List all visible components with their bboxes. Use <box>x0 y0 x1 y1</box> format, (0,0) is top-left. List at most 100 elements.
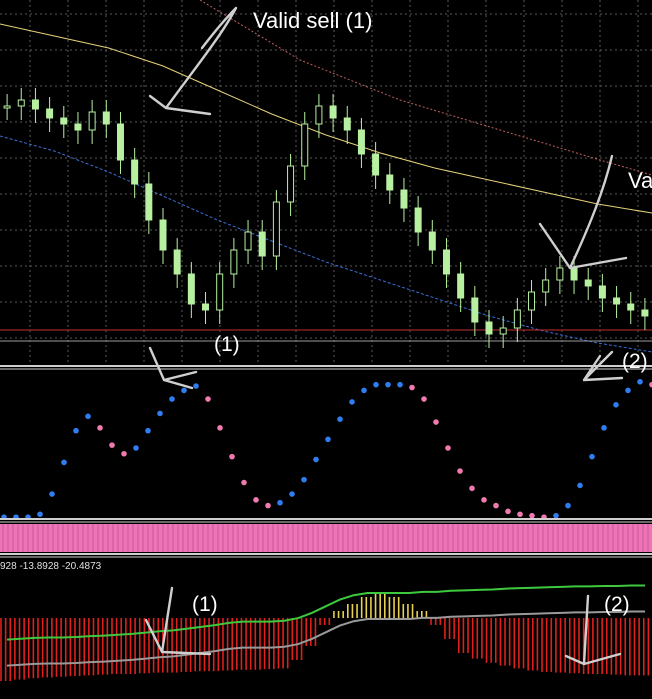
candle-body <box>457 273 465 299</box>
candle-body <box>88 111 96 131</box>
candle-body <box>499 327 507 335</box>
oscillator-dot <box>181 387 187 394</box>
oscillator-dot <box>493 502 499 509</box>
candle-body <box>230 249 238 275</box>
oscillator-dot <box>529 512 535 519</box>
oscillator-dot <box>97 425 103 431</box>
oscillator-dot <box>49 491 55 497</box>
oscillator-dot <box>517 511 523 518</box>
candle-body <box>386 174 394 191</box>
oscillator-dot <box>85 413 91 420</box>
candle-body <box>315 105 323 125</box>
oscillator-dot <box>109 442 115 448</box>
candle-body <box>556 267 564 281</box>
chart-background <box>0 0 652 699</box>
candle-body <box>584 279 592 287</box>
candle-body <box>428 231 436 251</box>
candle-body <box>528 291 536 311</box>
candle-body <box>400 189 408 209</box>
oscillator-dot <box>337 416 343 423</box>
oscillator-dot <box>385 381 391 388</box>
candle-body <box>173 249 181 275</box>
candle-body <box>46 108 54 119</box>
oscillator-dot <box>169 396 175 402</box>
oscillator-dot <box>145 427 151 434</box>
oscillator-dot <box>637 378 643 385</box>
candle-body <box>187 273 195 305</box>
oscillator-dot <box>601 425 607 431</box>
candle-body <box>485 321 493 335</box>
oscillator-dot <box>133 445 139 451</box>
oscillator-dot <box>37 511 43 518</box>
candle-body <box>202 303 210 311</box>
label-hist-2: (2) <box>604 593 630 616</box>
candle-body <box>627 303 635 311</box>
label-osc-1: (1) <box>214 333 240 356</box>
candle-body <box>641 309 649 317</box>
candle-body <box>372 153 380 176</box>
oscillator-dot <box>409 384 415 391</box>
oscillator-dot <box>349 399 355 405</box>
indicator-readout: 928 -13.8928 -20.4873 <box>0 561 102 572</box>
oscillator-dot <box>397 381 403 388</box>
oscillator-dot <box>421 396 427 402</box>
candle-body <box>258 231 266 257</box>
trading-chart[interactable]: 928 -13.8928 -20.4873 Valid sell (1) Va … <box>0 0 652 699</box>
oscillator-dot <box>205 396 211 402</box>
candle-body <box>145 183 153 221</box>
candle-body <box>116 123 124 161</box>
oscillator-dot <box>433 419 439 425</box>
oscillator-dot <box>565 502 571 509</box>
candle-body <box>329 105 337 119</box>
oscillator-dot <box>481 497 487 503</box>
oscillator-dot <box>121 450 127 457</box>
oscillator-dot <box>361 387 367 394</box>
candle-body <box>613 297 621 305</box>
oscillator-dot <box>553 512 559 519</box>
candle-body <box>301 123 309 167</box>
candle-body <box>471 297 479 323</box>
candle-body <box>287 165 295 203</box>
candle-body <box>357 129 365 155</box>
oscillator-dot <box>241 479 247 486</box>
candle-body <box>598 285 606 299</box>
candle-body <box>31 99 39 110</box>
band-panel <box>0 524 652 552</box>
oscillator-dot <box>289 491 295 497</box>
candle-body <box>244 231 252 251</box>
oscillator-dot <box>157 410 163 417</box>
oscillator-dot <box>469 485 475 492</box>
candle-body <box>272 201 280 257</box>
oscillator-dot <box>193 383 199 389</box>
candle-body <box>159 219 167 251</box>
candle-body <box>542 279 550 293</box>
candle-body <box>74 123 82 131</box>
oscillator-dot <box>613 402 619 408</box>
oscillator-dot <box>325 436 331 443</box>
candle-body <box>570 267 578 281</box>
candle-body <box>343 117 351 131</box>
oscillator-dot <box>625 387 631 394</box>
oscillator-dot <box>229 453 235 460</box>
oscillator-dot <box>577 482 583 489</box>
label-valid-sell-2: Va <box>628 168 652 193</box>
label-hist-1: (1) <box>192 593 218 616</box>
candle-body <box>3 105 11 109</box>
oscillator-dot <box>505 508 511 515</box>
oscillator-dot <box>301 476 307 483</box>
label-osc-2: (2) <box>622 350 648 373</box>
candle-body <box>513 309 521 329</box>
oscillator-dot <box>253 497 259 503</box>
candle-body <box>17 99 25 107</box>
oscillator-dot <box>265 502 271 509</box>
oscillator-dot <box>217 425 223 431</box>
oscillator-dot <box>457 468 463 474</box>
oscillator-dot <box>61 459 67 466</box>
candle-body <box>102 111 110 125</box>
oscillator-dot <box>589 453 595 460</box>
candle-body <box>414 207 422 233</box>
oscillator-dot <box>313 456 319 463</box>
oscillator-dot <box>73 427 79 434</box>
oscillator-dot <box>277 499 283 506</box>
candle-body <box>216 273 224 311</box>
